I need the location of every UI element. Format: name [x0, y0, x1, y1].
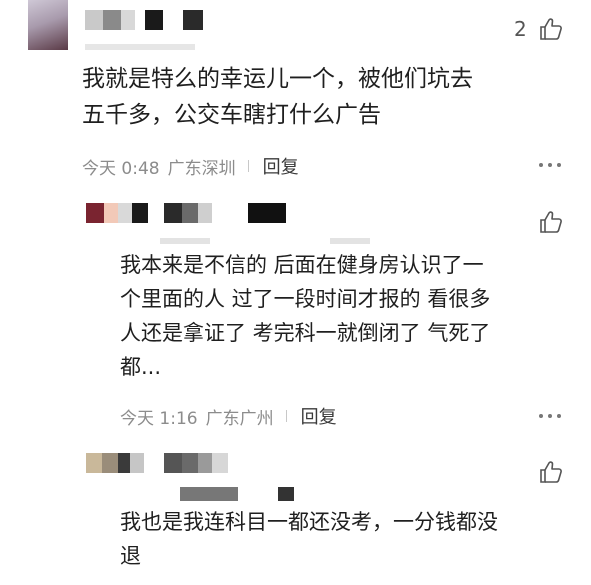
reply-username-redacted-sub	[160, 238, 370, 244]
reply-line: 个里面的人 过了一段时间才报的 看很多	[120, 287, 491, 311]
reply-location: 广东广州	[205, 408, 274, 429]
reply-username-redacted[interactable]	[86, 203, 286, 223]
reply-username-redacted[interactable]	[86, 453, 228, 473]
avatar[interactable]	[28, 0, 68, 50]
reply-button[interactable]: 回复	[301, 403, 337, 429]
thumbs-up-icon[interactable]	[538, 16, 564, 42]
username-redacted-sub	[85, 44, 195, 50]
like-count: 2	[514, 17, 527, 41]
more-dots-icon[interactable]	[539, 413, 561, 419]
reply-button[interactable]: 回复	[263, 153, 299, 179]
reply-username-redacted-sub	[180, 487, 294, 501]
meta-divider	[285, 410, 287, 422]
thumbs-up-icon[interactable]	[538, 459, 564, 485]
comment-location: 广东深圳	[167, 158, 236, 179]
comment-line: 我就是特么的幸运儿一个，被他们坑去	[82, 66, 473, 92]
reply-line: 退	[120, 544, 141, 568]
reply-line: 人还是拿证了 考完科一就倒闭了 气死了	[120, 321, 491, 345]
reply-text: 我本来是不信的 后面在健身房认识了一 个里面的人 过了一段时间才报的 看很多 人…	[120, 248, 490, 384]
comment-text: 我就是特么的幸运儿一个，被他们坑去 五千多，公交车瞎打什么广告	[82, 61, 473, 133]
comment-line: 五千多，公交车瞎打什么广告	[82, 102, 381, 128]
reply-meta: 今天 1:16 广东广州 回复	[120, 403, 337, 429]
reply-line: 我也是我连科目一都还没考，一分钱都没	[120, 510, 498, 534]
reply-text: 我也是我连科目一都还没考，一分钱都没 退	[120, 505, 498, 573]
reply-line: 我本来是不信的 后面在健身房认识了一	[120, 253, 484, 277]
username-redacted[interactable]	[85, 10, 203, 30]
thumbs-up-icon[interactable]	[538, 209, 564, 235]
reply-line: 都...	[120, 355, 162, 379]
meta-divider	[247, 160, 249, 172]
reply-item: 我本来是不信的 后面在健身房认识了一 个里面的人 过了一段时间才报的 看很多 人…	[0, 195, 591, 445]
reply-time: 今天 1:16	[120, 408, 198, 429]
comment-item: 2 我就是特么的幸运儿一个，被他们坑去 五千多，公交车瞎打什么广告 今天 0:4…	[0, 0, 591, 195]
comment-meta: 今天 0:48 广东深圳 回复	[82, 153, 299, 179]
comment-time: 今天 0:48	[82, 158, 160, 179]
more-dots-icon[interactable]	[539, 162, 561, 168]
reply-item: 我也是我连科目一都还没考，一分钱都没 退	[0, 445, 591, 585]
